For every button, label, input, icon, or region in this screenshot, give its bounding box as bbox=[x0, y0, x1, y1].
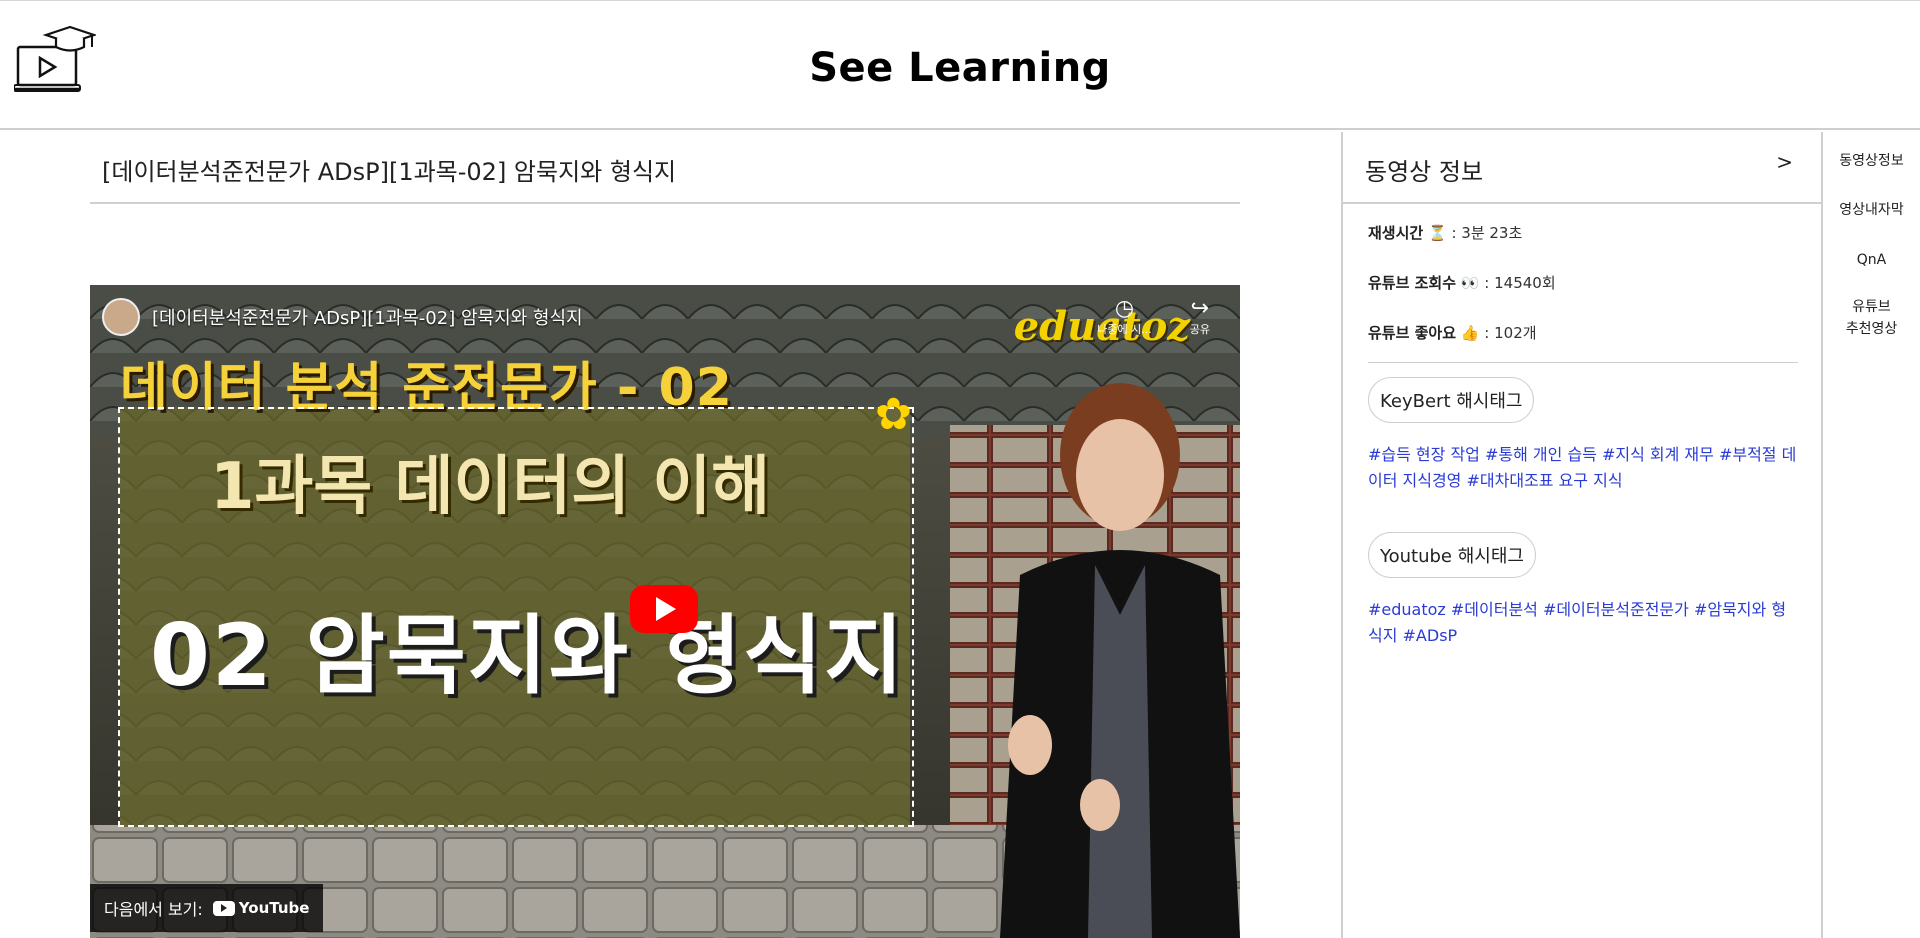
channel-avatar[interactable] bbox=[102, 298, 140, 336]
site-header: See Learning bbox=[0, 0, 1920, 130]
main-content: [데이터분석준전문가 ADsP][1과목-02] 암묵지와 형식지 [데이터분석… bbox=[90, 132, 1240, 938]
video-info-panel: 동영상 정보 > 재생시간 ⏳ : 3분 23초 유튜브 조회수 👀 : 145… bbox=[1341, 132, 1821, 938]
site-title[interactable]: See Learning bbox=[0, 45, 1920, 91]
thumbs-up-icon: 👍 bbox=[1460, 324, 1480, 342]
title-divider bbox=[90, 202, 1240, 204]
watch-on-youtube-button[interactable]: 다음에서 보기: YouTube bbox=[90, 884, 324, 932]
share-icon: ↪ bbox=[1190, 296, 1210, 321]
share-label: 공유 bbox=[1189, 323, 1210, 336]
info-panel-title: 동영상 정보 bbox=[1365, 158, 1484, 186]
watch-later-button[interactable]: ◷ 나중에 시... bbox=[1097, 297, 1151, 337]
likes-value: : 102개 bbox=[1484, 324, 1537, 342]
menu-item-qna[interactable]: QnA bbox=[1823, 249, 1920, 271]
clock-icon: ◷ bbox=[1114, 296, 1135, 321]
watch-on-label: 다음에서 보기: bbox=[104, 900, 203, 919]
flower-icon: ✿ bbox=[875, 389, 912, 440]
slide-subject: 1과목 데이터의 이해 bbox=[210, 450, 771, 524]
slide-topic: 02 암묵지와 형식지 bbox=[150, 606, 906, 706]
duration-label: 재생시간 bbox=[1368, 224, 1424, 242]
keybert-hashtags[interactable]: #습득 현장 작업 #통해 개인 습득 #지식 회계 재무 #부적절 데이터 지… bbox=[1368, 442, 1798, 494]
youtube-hashtag-button[interactable]: Youtube 해시태그 bbox=[1368, 532, 1536, 578]
youtube-wordmark: YouTube bbox=[238, 899, 310, 917]
youtube-hashtags[interactable]: #eduatoz #데이터분석 #데이터분석준전문가 #암묵지와 형식지 #AD… bbox=[1368, 597, 1798, 649]
likes-label: 유튜브 좋아요 bbox=[1368, 324, 1457, 342]
stats-divider bbox=[1368, 362, 1798, 363]
share-button[interactable]: ↪ 공유 bbox=[1190, 297, 1210, 337]
side-menu: 동영상정보 영상내자막 QnA 유튜브 추천영상 bbox=[1821, 132, 1920, 938]
views-stat: 유튜브 조회수 👀 : 14540회 bbox=[1368, 272, 1556, 293]
youtube-play-icon bbox=[212, 900, 235, 916]
embed-title[interactable]: [데이터분석준전문가 ADsP][1과목-02] 암묵지와 형식지 bbox=[152, 304, 583, 330]
duration-value: : 3분 23초 bbox=[1451, 224, 1523, 242]
duration-stat: 재생시간 ⏳ : 3분 23초 bbox=[1368, 222, 1522, 243]
player-actions: ◷ 나중에 시... ↪ 공유 bbox=[1097, 297, 1210, 337]
eyes-icon: 👀 bbox=[1460, 274, 1480, 292]
likes-stat: 유튜브 좋아요 👍 : 102개 bbox=[1368, 322, 1537, 343]
collapse-arrow-button[interactable]: > bbox=[1776, 150, 1793, 174]
hourglass-icon: ⏳ bbox=[1427, 224, 1447, 242]
views-value: : 14540회 bbox=[1484, 274, 1556, 292]
menu-item-recommended[interactable]: 유튜브 추천영상 bbox=[1823, 296, 1920, 340]
video-title: [데이터분석준전문가 ADsP][1과목-02] 암묵지와 형식지 bbox=[102, 158, 677, 186]
play-icon bbox=[656, 597, 676, 621]
youtube-logo: YouTube bbox=[212, 899, 310, 917]
watch-later-label: 나중에 시... bbox=[1097, 323, 1152, 336]
menu-item-subtitles[interactable]: 영상내자막 bbox=[1823, 199, 1920, 221]
youtube-player[interactable]: [데이터분석준전문가 ADsP][1과목-02] 암묵지와 형식지 eduato… bbox=[90, 285, 1240, 938]
info-divider bbox=[1343, 202, 1821, 204]
play-button[interactable] bbox=[630, 585, 698, 633]
keybert-hashtag-button[interactable]: KeyBert 해시태그 bbox=[1368, 377, 1535, 423]
menu-item-video-info[interactable]: 동영상정보 bbox=[1823, 150, 1920, 172]
player-top-bar: [데이터분석준전문가 ADsP][1과목-02] 암묵지와 형식지 bbox=[102, 297, 583, 337]
views-label: 유튜브 조회수 bbox=[1368, 274, 1457, 292]
